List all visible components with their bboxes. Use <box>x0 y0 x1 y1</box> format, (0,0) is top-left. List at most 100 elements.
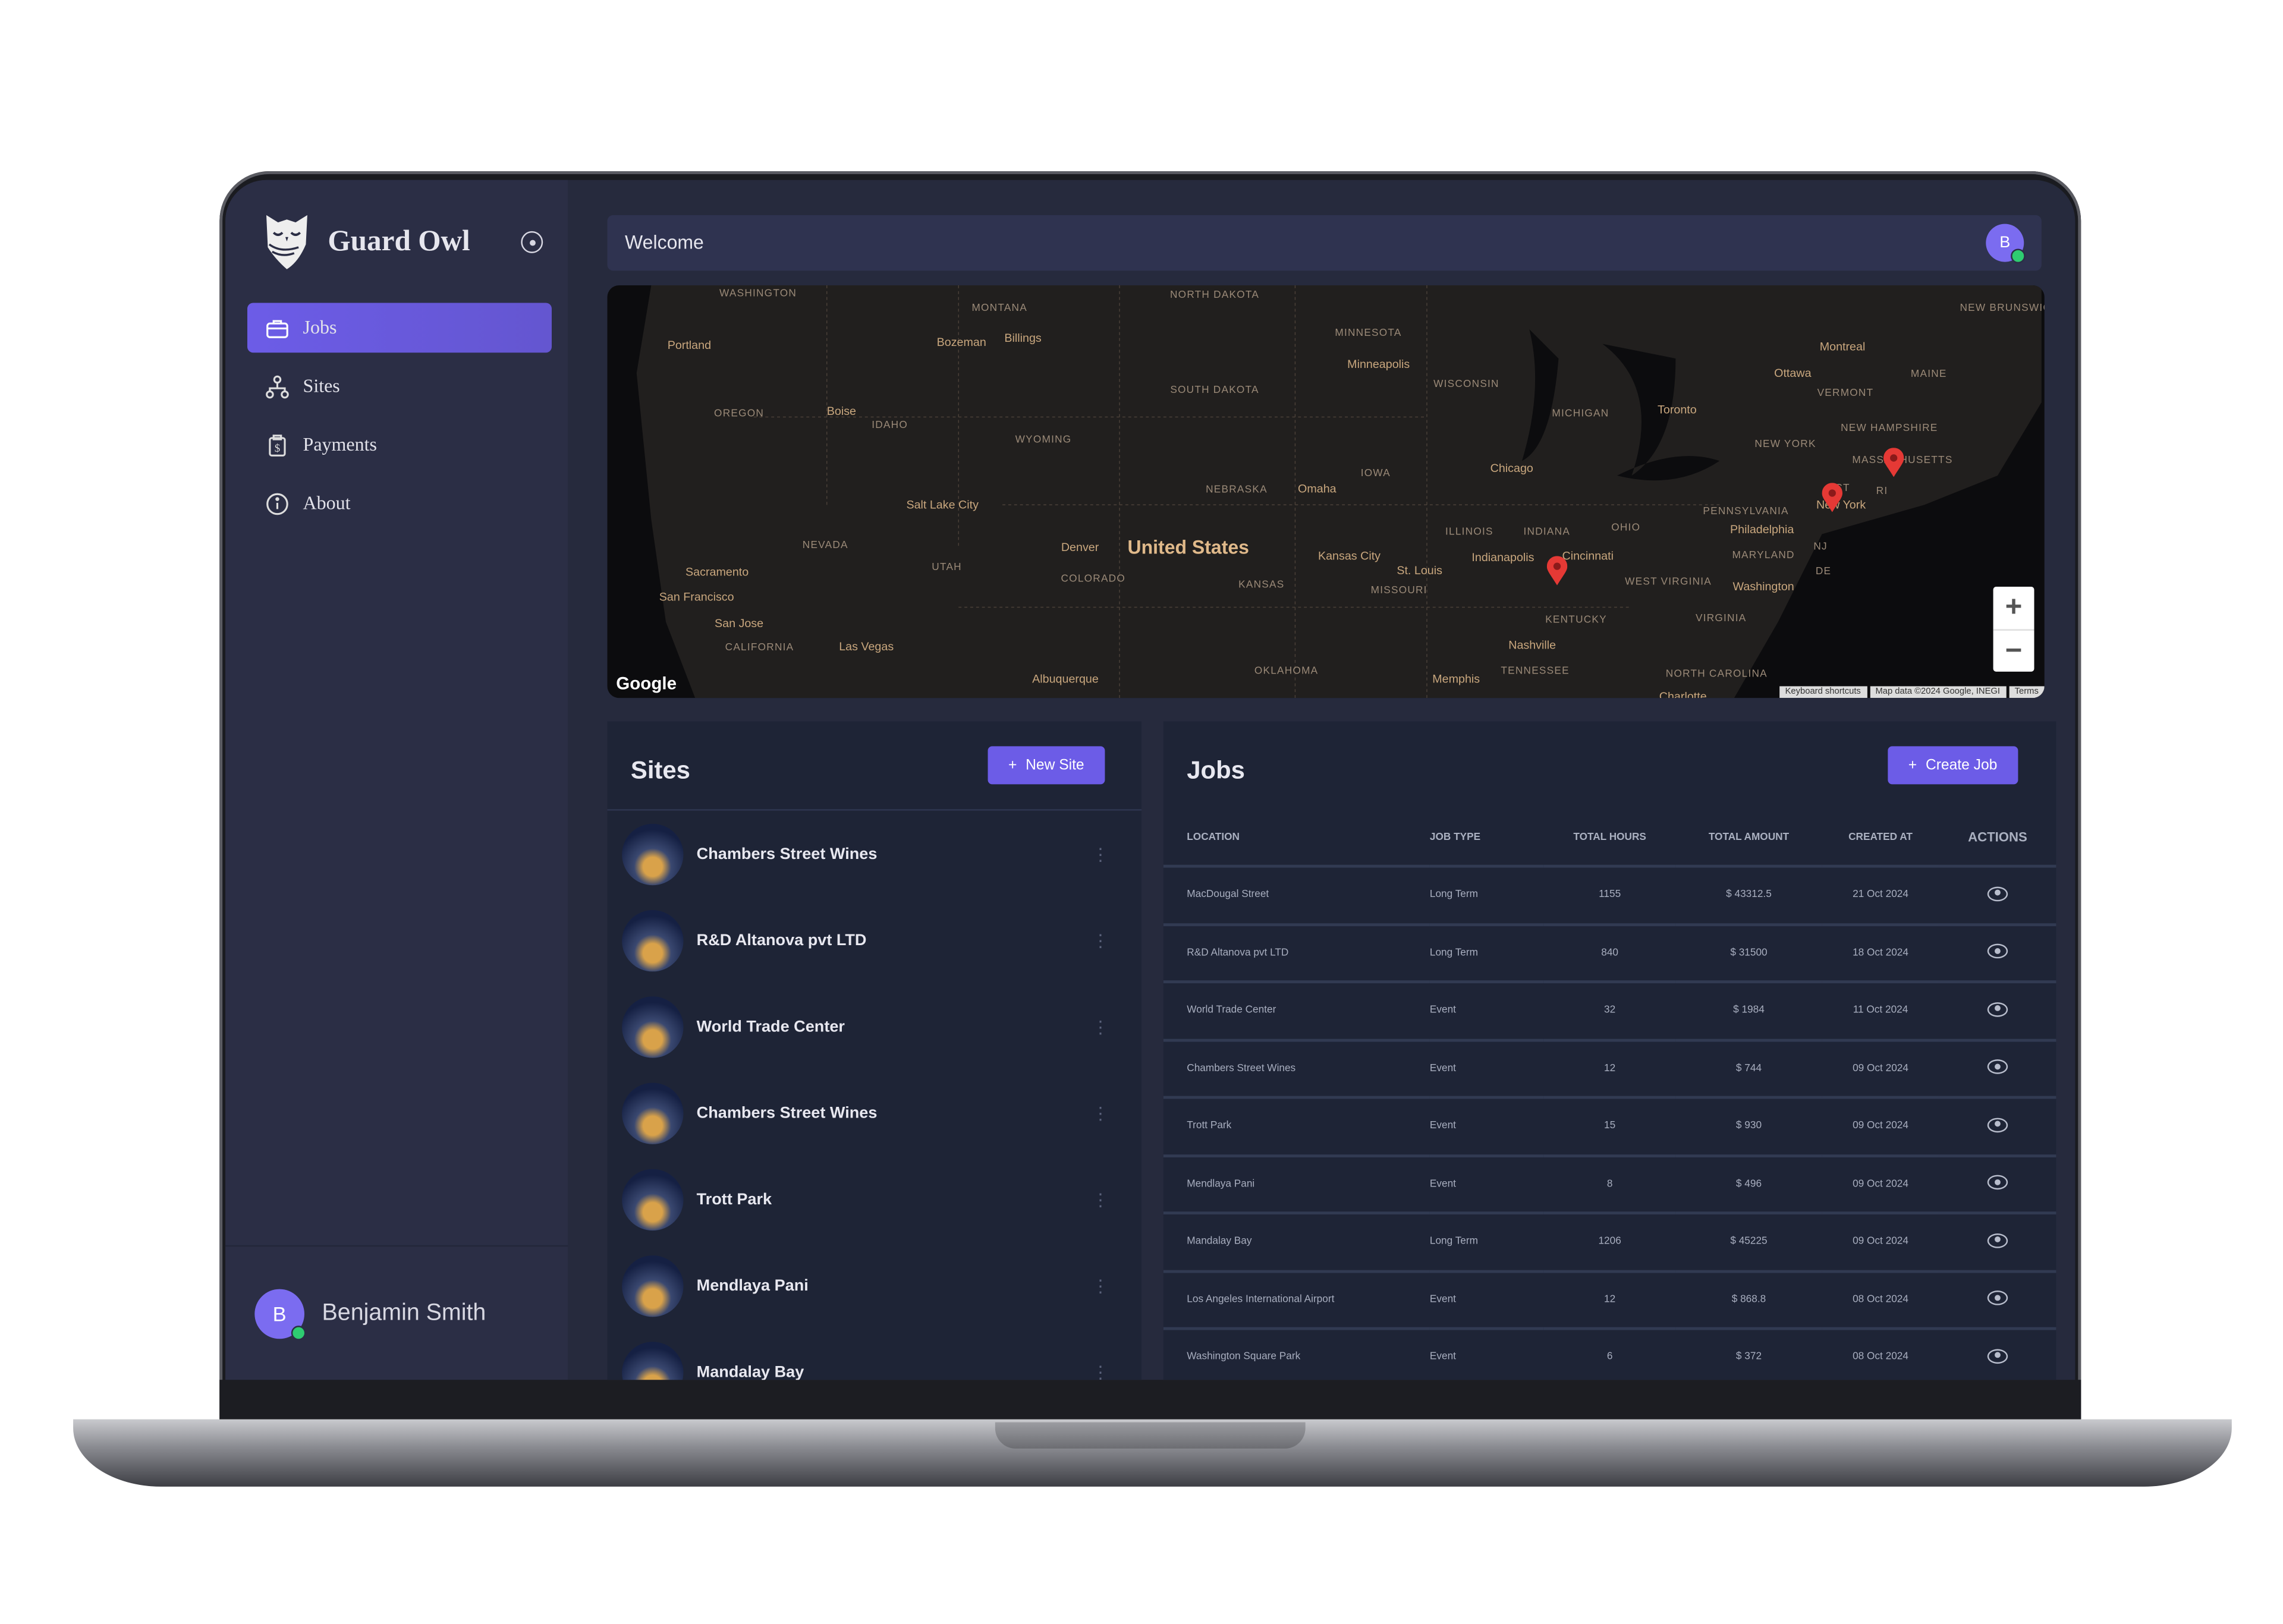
sidebar-item-about[interactable]: About <box>247 479 552 528</box>
table-cell: 840 <box>1543 924 1676 984</box>
map-place-label: MARYLAND <box>1732 550 1795 561</box>
view-eye-icon[interactable] <box>1987 1117 2008 1132</box>
view-eye-icon[interactable] <box>1987 1233 2008 1248</box>
map-place-label: OKLAHOMA <box>1254 666 1319 677</box>
page-title: Welcome <box>625 231 704 253</box>
view-eye-icon[interactable] <box>1987 944 2008 959</box>
google-logo: Google <box>616 673 677 694</box>
map-place-label: Las Vegas <box>839 640 894 654</box>
more-options-icon[interactable]: ⋮ <box>1092 1189 1109 1209</box>
map-place-label: Sacramento <box>685 565 749 579</box>
map-place-label: Washington <box>1732 580 1794 594</box>
map-zoom-out-button[interactable]: − <box>1993 631 2034 673</box>
more-options-icon[interactable]: ⋮ <box>1092 930 1109 950</box>
site-list-item[interactable]: World Trade Center ⋮ <box>608 983 1142 1069</box>
more-options-icon[interactable]: ⋮ <box>1092 1361 1109 1380</box>
sidebar-item-payments[interactable]: $ Payments <box>247 420 552 470</box>
create-job-button[interactable]: + Create Job <box>1888 746 2018 785</box>
map-place-label: NEBRASKA <box>1206 484 1268 496</box>
view-eye-icon[interactable] <box>1987 1002 2008 1017</box>
table-row: Chambers Street Wines Event 12 $ 744 09 Oct … <box>1163 1039 2056 1099</box>
site-name: Mendlaya Pani <box>696 1276 809 1295</box>
online-status-dot <box>2011 248 2026 264</box>
table-cell: MacDougal Street <box>1163 866 1430 926</box>
map-zoom-in-button[interactable]: + <box>1993 587 2034 631</box>
more-options-icon[interactable]: ⋮ <box>1092 1103 1109 1123</box>
site-list-item[interactable]: Mandalay Bay ⋮ <box>608 1329 1142 1380</box>
logo[interactable]: Guard Owl <box>263 212 470 270</box>
table-cell: R&D Altanova pvt LTD <box>1163 924 1430 984</box>
site-list-item[interactable]: R&D Altanova pvt LTD ⋮ <box>608 897 1142 983</box>
online-status-dot <box>291 1324 306 1340</box>
map-place-label: NORTH DAKOTA <box>1170 290 1260 301</box>
table-cell: Trott Park <box>1163 1097 1430 1157</box>
map-place-label: MONTANA <box>971 303 1027 314</box>
collapse-sidebar-icon[interactable] <box>521 231 543 253</box>
table-cell: Event <box>1429 1039 1544 1099</box>
map-place-label: NEW BRUNSWICK <box>1960 303 2044 314</box>
more-options-icon[interactable]: ⋮ <box>1092 844 1109 864</box>
view-eye-icon[interactable] <box>1987 1175 2008 1190</box>
map-place-label: Kansas City <box>1317 549 1381 563</box>
map[interactable]: Charlotte NORTH CAROLINA Memphis TENNESSEE O… <box>607 285 2045 698</box>
map-data-text: Map data ©2024 Google, INEGI <box>1869 686 2006 698</box>
site-thumbnail <box>622 823 684 885</box>
keyboard-shortcuts-link[interactable]: Keyboard shortcuts <box>1779 686 1867 698</box>
table-cell: 18 Oct 2024 <box>1822 924 1939 984</box>
table-cell: Event <box>1429 1329 1544 1380</box>
map-place-label: Bozeman <box>936 335 986 350</box>
user-profile[interactable]: B Benjamin Smith <box>225 1245 568 1380</box>
sites-panel: Sites + New Site Chambers Street Wines ⋮ R&… <box>607 721 1142 1380</box>
column-header: CREATED AT <box>1822 809 1939 868</box>
table-cell: $ 930 <box>1675 1097 1822 1157</box>
map-place-label: VIRGINIA <box>1695 613 1747 624</box>
table-cell: World Trade Center <box>1163 981 1430 1041</box>
view-eye-icon[interactable] <box>1987 1291 2008 1306</box>
site-thumbnail <box>622 1168 684 1230</box>
header-avatar[interactable]: B <box>1986 224 2026 264</box>
map-place-label: WASHINGTON <box>719 289 797 300</box>
view-eye-icon[interactable] <box>1987 1348 2008 1364</box>
map-marker-icon[interactable] <box>1883 448 1904 477</box>
avatar-initial: B <box>272 1301 287 1325</box>
table-cell: Long Term <box>1429 924 1544 984</box>
map-place-label: Nashville <box>1508 638 1556 652</box>
table-cell: Washington Square Park <box>1163 1329 1430 1380</box>
table-cell: $ 43312.5 <box>1675 866 1822 926</box>
sitemap-icon <box>266 374 289 398</box>
table-cell: Mandalay Bay <box>1163 1213 1430 1273</box>
table-row: Washington Square Park Event 6 $ 372 08 Oct … <box>1163 1329 2056 1380</box>
site-list: Chambers Street Wines ⋮ R&D Altanova pvt L… <box>607 809 1142 1380</box>
site-list-item[interactable]: Trott Park ⋮ <box>608 1156 1142 1242</box>
view-eye-icon[interactable] <box>1987 886 2008 901</box>
table-cell: Los Angeles International Airport <box>1163 1270 1430 1330</box>
more-options-icon[interactable]: ⋮ <box>1092 1275 1109 1295</box>
site-name: World Trade Center <box>696 1017 845 1036</box>
map-marker-icon[interactable] <box>1546 556 1568 586</box>
column-header: ACTIONS <box>1939 809 2056 868</box>
site-list-item[interactable]: Chambers Street Wines ⋮ <box>608 1069 1142 1156</box>
map-place-label: ILLINOIS <box>1445 527 1493 538</box>
table-cell: $ 744 <box>1675 1039 1822 1099</box>
more-options-icon[interactable]: ⋮ <box>1092 1016 1109 1037</box>
site-list-item[interactable]: Chambers Street Wines ⋮ <box>608 811 1142 897</box>
table-cell: Event <box>1429 1097 1544 1157</box>
sidebar-item-sites[interactable]: Sites <box>247 361 552 411</box>
site-list-item[interactable]: Mendlaya Pani ⋮ <box>608 1242 1142 1329</box>
map-place-label: NEVADA <box>802 540 848 551</box>
map-place-label: NORTH CAROLINA <box>1665 669 1768 680</box>
map-country-label: United States <box>1127 536 1249 559</box>
view-eye-icon[interactable] <box>1987 1059 2008 1075</box>
sidebar-item-jobs[interactable]: Jobs <box>247 303 552 353</box>
map-marker-icon[interactable] <box>1822 483 1843 512</box>
new-site-button[interactable]: + New Site <box>988 746 1105 785</box>
column-header: TOTAL AMOUNT <box>1675 809 1822 868</box>
top-header: Welcome B <box>607 215 2042 271</box>
terms-link[interactable]: Terms <box>2008 686 2045 698</box>
map-place-label: Cincinnati <box>1562 549 1614 563</box>
table-cell: 08 Oct 2024 <box>1822 1270 1939 1330</box>
table-cell: 09 Oct 2024 <box>1822 1097 1939 1157</box>
table-cell: 8 <box>1543 1155 1676 1215</box>
map-place-label: Boise <box>826 404 856 418</box>
table-cell: 6 <box>1543 1329 1676 1380</box>
